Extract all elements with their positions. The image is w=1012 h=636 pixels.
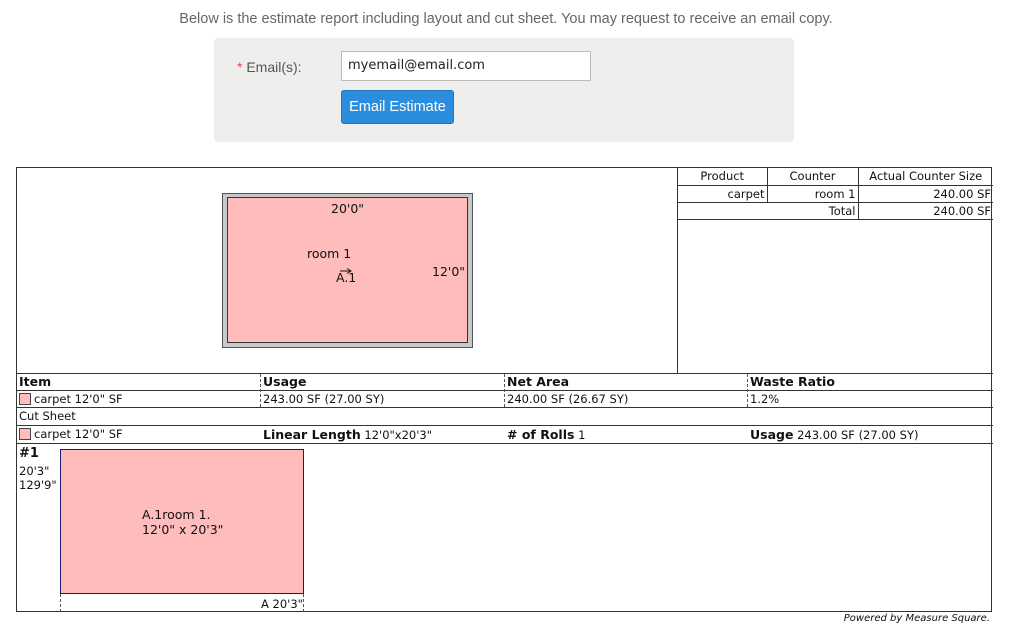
room-width-dimension: 20'0" <box>331 201 365 216</box>
roll-length-1: 20'3" <box>19 464 50 478</box>
header-waste-ratio: Waste Ratio <box>750 374 835 389</box>
rolls-value: 1 <box>578 428 586 442</box>
waste-ratio-cell: 1.2% <box>750 392 780 406</box>
divider <box>17 373 993 374</box>
dimension-tick <box>60 594 61 612</box>
bottom-dimension: A 20'3" <box>261 597 303 611</box>
header-item: Item <box>19 374 52 389</box>
intro-text: Below is the estimate report including l… <box>179 11 833 27</box>
room-name: room 1 <box>307 246 352 261</box>
rolls-label: # of Rolls <box>507 427 575 442</box>
net-area-cell: 240.00 SF (26.67 SY) <box>507 392 629 406</box>
email-label-text: Email(s): <box>246 59 302 75</box>
usage-cell: 243.00 SF (27.00 SY) <box>263 392 385 406</box>
header-product: Product <box>678 168 768 186</box>
column-separator <box>260 374 261 407</box>
cell-counter: room 1 <box>766 184 859 203</box>
room-height-dimension: 12'0" <box>432 264 466 279</box>
cell-product: carpet <box>678 184 768 203</box>
roll-number: #1 <box>19 446 39 461</box>
powered-by-footer: Powered by Measure Square. <box>843 613 990 624</box>
summary-header-row: Product Counter Actual Counter Size <box>678 168 993 186</box>
divider <box>17 407 993 408</box>
cut-piece-label-line1: A.1room 1. <box>142 507 211 522</box>
carpet-swatch-icon <box>19 393 31 405</box>
email-estimate-button[interactable]: Email Estimate <box>341 90 454 124</box>
item-name: carpet 12'0" SF <box>34 392 123 406</box>
cell-size: 240.00 SF <box>857 184 993 203</box>
column-separator <box>747 374 748 407</box>
linear-length-label: Linear Length <box>263 427 361 442</box>
dimension-tick <box>303 594 304 612</box>
header-actual-size: Actual Counter Size <box>857 168 993 186</box>
rolls: # of Rolls 1 <box>507 427 585 442</box>
cut-sheet-item: carpet 12'0" SF <box>19 427 123 441</box>
area-label: A.1 <box>336 270 357 285</box>
email-input[interactable]: myemail@email.com <box>341 51 591 81</box>
divider <box>17 425 993 426</box>
item-cell: carpet 12'0" SF <box>19 392 123 406</box>
header-usage: Usage <box>263 374 307 389</box>
cut-sheet-item-name: carpet 12'0" SF <box>34 427 123 441</box>
header-net-area: Net Area <box>507 374 570 389</box>
total-value: 240.00 SF <box>857 201 993 220</box>
table-row: carpet room 1 240.00 SF <box>678 184 993 203</box>
linear-length-value: 12'0"x20'3" <box>364 428 433 442</box>
total-label: Total <box>678 201 859 220</box>
cut-sheet-title: Cut Sheet <box>19 409 76 423</box>
linear-length: Linear Length 12'0"x20'3" <box>263 427 432 442</box>
direction-arrow-icon <box>339 263 353 274</box>
header-counter: Counter <box>766 168 859 186</box>
required-mark: * <box>237 59 243 75</box>
roll-length-2: 129'9" <box>19 478 57 492</box>
estimate-report: 20'0" 12'0" room 1 A.1 Product Counter A… <box>16 167 993 612</box>
cut-piece-label-line2: 12'0" x 20'3" <box>142 522 224 537</box>
summary-table: Product Counter Actual Counter Size carp… <box>678 168 993 220</box>
divider <box>17 443 993 444</box>
divider <box>17 390 993 391</box>
column-separator <box>504 374 505 407</box>
email-label: * Email(s): <box>237 59 302 75</box>
total-row: Total 240.00 SF <box>678 201 993 220</box>
carpet-swatch-icon <box>19 428 31 440</box>
cut-usage-value: 243.00 SF (27.00 SY) <box>797 428 919 442</box>
summary-panel: Product Counter Actual Counter Size carp… <box>677 168 993 373</box>
cut-usage: Usage 243.00 SF (27.00 SY) <box>750 427 918 442</box>
cut-usage-label: Usage <box>750 427 794 442</box>
